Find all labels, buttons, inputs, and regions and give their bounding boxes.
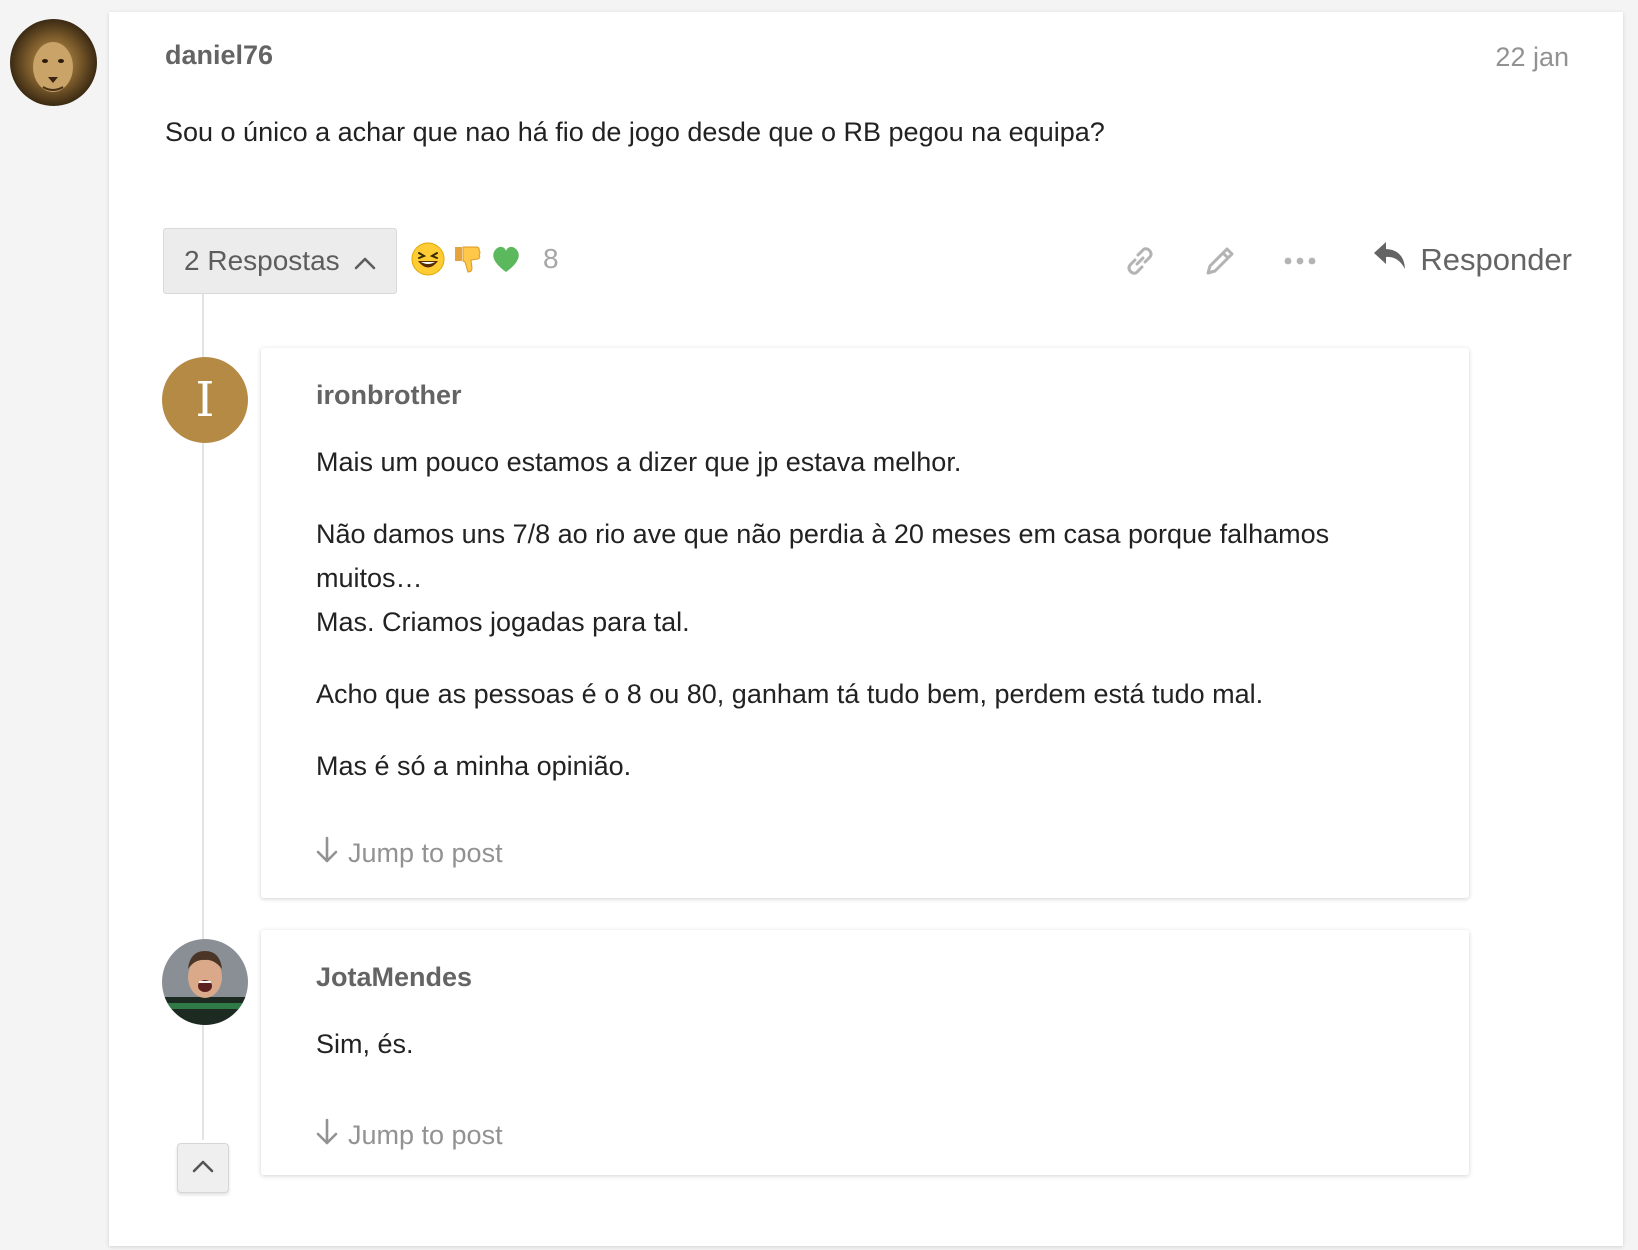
jump-label: Jump to post (348, 1120, 503, 1150)
post-date[interactable]: 22 jan (1495, 42, 1569, 73)
reactions[interactable]: 8 (410, 241, 559, 277)
reply-card: JotaMendes Sim, és. Jump to post (261, 930, 1469, 1175)
jump-label: Jump to post (348, 838, 503, 868)
pencil-icon[interactable] (1200, 241, 1240, 281)
reply-body: Sim, és. (316, 1022, 1409, 1094)
reply-paragraph: Mas é só a minha opinião. (316, 751, 632, 781)
reply-paragraph: Mais um pouco estamos a dizer que jp est… (316, 447, 962, 477)
reply-paragraph: Sim, és. (316, 1029, 414, 1059)
reply-author[interactable]: ironbrother (316, 380, 462, 411)
player-photo-avatar[interactable] (162, 939, 248, 1025)
arrow-down-icon (316, 1118, 338, 1153)
post-body: Sou o único a achar que nao há fio de jo… (165, 117, 1105, 147)
topic-page: daniel76 22 jan Sou o único a achar que … (0, 0, 1638, 1250)
link-icon[interactable] (1120, 241, 1160, 281)
reply-button[interactable]: Responder (1372, 240, 1572, 280)
jump-to-post-link[interactable]: Jump to post (316, 836, 503, 871)
thumbs-down-icon (455, 246, 481, 273)
reply-paragraph: Mas. Criamos jogadas para tal. (316, 607, 690, 637)
reply-arrow-icon (1372, 240, 1408, 280)
reply-body: Mais um pouco estamos a dizer que jp est… (316, 440, 1409, 816)
replies-toggle-label: 2 Respostas (184, 245, 340, 276)
ironbrother-avatar[interactable]: I (162, 357, 248, 443)
laughing-emoji-icon (411, 242, 445, 276)
reply-author[interactable]: JotaMendes (316, 962, 472, 993)
reply-paragraph: Acho que as pessoas é o 8 ou 80, ganham … (316, 679, 1264, 709)
reaction-count[interactable]: 8 (543, 243, 559, 275)
lion-avatar[interactable] (10, 19, 97, 106)
chevron-up-icon (354, 245, 376, 277)
green-heart-icon (493, 246, 519, 272)
arrow-down-icon (316, 836, 338, 871)
replies-toggle-button[interactable]: 2 Respostas (163, 228, 397, 294)
post-author[interactable]: daniel76 (165, 40, 273, 71)
reply-paragraph: Não damos uns 7/8 ao rio ave que não per… (316, 519, 1330, 593)
collapse-replies-button[interactable] (177, 1143, 229, 1193)
jump-to-post-link[interactable]: Jump to post (316, 1118, 503, 1153)
more-icon[interactable] (1280, 241, 1320, 281)
reply-label: Responder (1420, 242, 1572, 277)
chevron-up-icon (192, 1159, 214, 1178)
avatar-letter: I (195, 372, 215, 428)
reply-card: ironbrother Mais um pouco estamos a dize… (261, 348, 1469, 898)
